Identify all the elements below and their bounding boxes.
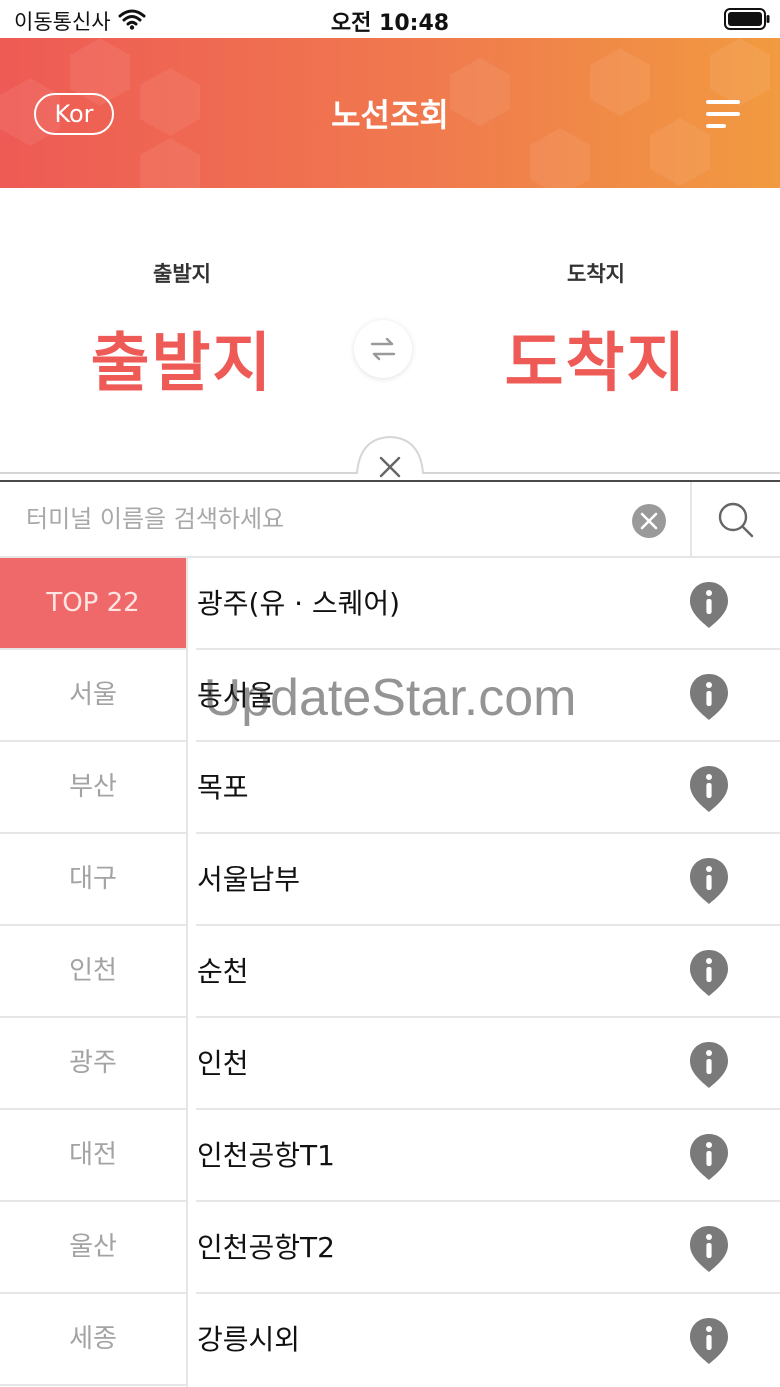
terminal-name: 순천: [197, 955, 249, 988]
departure-selector[interactable]: 출발지: [32, 312, 332, 404]
clear-icon: [640, 512, 658, 530]
region-tab-daejeon[interactable]: 대전: [0, 1110, 186, 1202]
terminal-row[interactable]: 서울남부: [188, 834, 780, 926]
region-tab-top22[interactable]: TOP 22: [0, 558, 186, 650]
info-icon[interactable]: [688, 580, 730, 630]
terminal-name: 목포: [197, 771, 249, 804]
close-icon: [379, 456, 401, 478]
arrival-label: 도착지: [567, 262, 625, 286]
close-panel-button[interactable]: [356, 436, 424, 482]
region-tab-seoul[interactable]: 서울: [0, 650, 186, 742]
info-icon[interactable]: [688, 1224, 730, 1274]
clear-search-button[interactable]: [632, 504, 666, 538]
region-tab-daegu[interactable]: 대구: [0, 834, 186, 926]
terminal-row[interactable]: 인천공항T1: [188, 1110, 780, 1202]
terminal-name: 강릉시외: [197, 1323, 301, 1356]
terminal-name: 동서울: [197, 679, 275, 712]
terminal-name: 인천공항T2: [197, 1231, 335, 1264]
status-bar: 이동통신사 오전 10:48: [0, 0, 780, 38]
region-tab-busan[interactable]: 부산: [0, 742, 186, 834]
battery-icon: [724, 8, 770, 30]
terminal-name: 인천: [197, 1047, 249, 1080]
region-tab-incheon[interactable]: 인천: [0, 926, 186, 1018]
region-tab-gwangju[interactable]: 광주: [0, 1018, 186, 1110]
terminal-name: 인천공항T1: [197, 1139, 335, 1172]
info-icon[interactable]: [688, 856, 730, 906]
swap-button[interactable]: [354, 320, 412, 378]
search-button[interactable]: [692, 482, 780, 556]
info-icon[interactable]: [688, 1040, 730, 1090]
terminal-search-input[interactable]: [16, 494, 636, 544]
app-header: Kor 노선조회: [0, 38, 780, 188]
terminal-row[interactable]: 인천: [188, 1018, 780, 1110]
page-title: 노선조회: [331, 96, 449, 134]
terminal-name: 서울남부: [197, 863, 301, 896]
terminal-row[interactable]: 강릉시외: [188, 1294, 780, 1386]
arrival-selector[interactable]: 도착지: [446, 312, 746, 404]
status-time: 오전 10:48: [330, 11, 450, 36]
region-tab-sejong[interactable]: 세종: [0, 1294, 186, 1386]
terminal-name: 광주(유 · 스퀘어): [197, 587, 401, 620]
departure-label: 출발지: [153, 262, 211, 286]
region-list: TOP 22 서울 부산 대구 인천 광주 대전 울산 세종: [0, 558, 186, 1387]
terminal-row[interactable]: 광주(유 · 스퀘어): [188, 558, 780, 650]
route-selector: 출발지 출발지 도착지 도착지: [0, 188, 780, 473]
search-icon: [718, 502, 754, 538]
terminal-row[interactable]: 순천: [188, 926, 780, 1018]
menu-icon[interactable]: [704, 98, 742, 132]
search-bar: [0, 482, 780, 558]
info-icon[interactable]: [688, 948, 730, 998]
info-icon[interactable]: [688, 1132, 730, 1182]
terminal-row[interactable]: 인천공항T2: [188, 1202, 780, 1294]
info-icon[interactable]: [688, 764, 730, 814]
info-icon[interactable]: [688, 672, 730, 722]
terminal-row[interactable]: 동서울: [188, 650, 780, 742]
region-tab-ulsan[interactable]: 울산: [0, 1202, 186, 1294]
terminal-row[interactable]: 목포: [188, 742, 780, 834]
swap-arrows-icon: [370, 337, 396, 361]
info-icon[interactable]: [688, 1316, 730, 1366]
terminal-list: 광주(유 · 스퀘어) 동서울 목포 서울남부 순천 인천 인천공항T1 인천공…: [188, 558, 780, 1387]
